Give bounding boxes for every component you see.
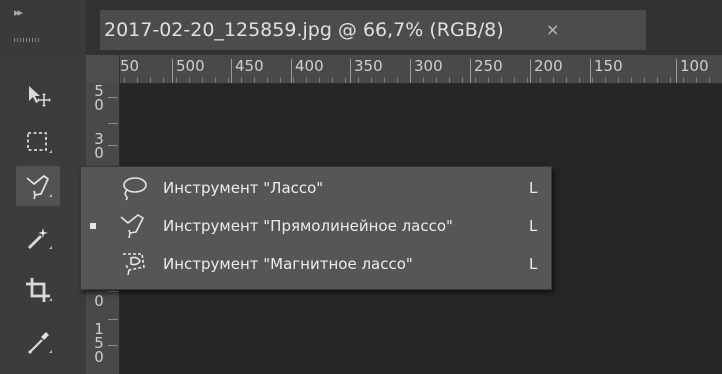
ruler-label: 450: [231, 57, 264, 83]
ruler-label: 400: [291, 57, 324, 83]
ruler-label: 150: [590, 57, 623, 83]
horizontal-ruler[interactable]: 50 500 450 400 350 300 250 200 150 100: [86, 55, 722, 84]
close-icon[interactable]: ×: [546, 10, 559, 50]
ruler-label: 50: [115, 57, 140, 83]
magic-wand-tool-button[interactable]: [16, 218, 60, 258]
menu-item-shortcut: L: [529, 217, 538, 235]
menu-item-magnetic-lasso[interactable]: Инструмент "Магнитное лассо" L: [81, 245, 551, 283]
polygonal-lasso-icon: [120, 214, 144, 239]
ruler-label: 0: [94, 348, 104, 366]
document-tab-bar: 2017-02-20_125859.jpg @ 66,7% (RGB/8) ×: [86, 0, 722, 55]
ruler-label: 200: [530, 57, 563, 83]
document-tab[interactable]: 2017-02-20_125859.jpg @ 66,7% (RGB/8) ×: [100, 10, 646, 50]
menu-item-label: Инструмент "Магнитное лассо": [163, 255, 413, 273]
magnetic-lasso-icon: [123, 253, 145, 276]
ruler-label: 350: [350, 57, 383, 83]
crop-tool-icon: [26, 278, 52, 302]
menu-item-label: Инструмент "Прямолинейное лассо": [163, 217, 453, 235]
selected-indicator: [90, 223, 96, 229]
ruler-label: 250: [470, 57, 503, 83]
ruler-label: 500: [172, 57, 205, 83]
tools-panel: ▸▸: [0, 0, 87, 374]
tools-panel-header: ▸▸: [0, 0, 86, 55]
lasso-tool-button[interactable]: [16, 166, 60, 206]
magic-wand-tool-icon: [27, 228, 52, 250]
ruler-label: 0: [94, 144, 104, 162]
marquee-tool-icon: [27, 132, 52, 153]
lasso-tool-icon: [26, 175, 52, 200]
marquee-tool-button[interactable]: [16, 122, 60, 162]
menu-item-shortcut: L: [529, 179, 538, 197]
ruler-label: 0: [94, 292, 104, 310]
eyedropper-tool-icon: [27, 332, 52, 355]
ruler-label: 0: [94, 96, 104, 114]
move-tool-button[interactable]: [16, 75, 60, 115]
ruler-label: 100: [676, 57, 709, 83]
menu-item-label: Инструмент "Лассо": [163, 179, 324, 197]
move-tool-icon: [29, 86, 51, 107]
lasso-icon: [123, 177, 147, 201]
collapse-panel-icon[interactable]: ▸▸: [14, 6, 23, 19]
panel-grip-handle[interactable]: [14, 38, 40, 42]
document-tab-title: 2017-02-20_125859.jpg @ 66,7% (RGB/8): [104, 19, 504, 41]
menu-item-polygonal-lasso[interactable]: Инструмент "Прямолинейное лассо" L: [81, 207, 551, 245]
menu-item-lasso[interactable]: Инструмент "Лассо" L: [81, 169, 551, 207]
ruler-origin[interactable]: [86, 55, 120, 83]
crop-tool-button[interactable]: [16, 270, 60, 310]
menu-item-shortcut: L: [529, 255, 538, 273]
lasso-tools-flyout: Инструмент "Лассо" L Инструмент "Прямоли…: [80, 166, 552, 290]
ruler-label: 300: [410, 57, 443, 83]
eyedropper-tool-button[interactable]: [16, 322, 60, 362]
